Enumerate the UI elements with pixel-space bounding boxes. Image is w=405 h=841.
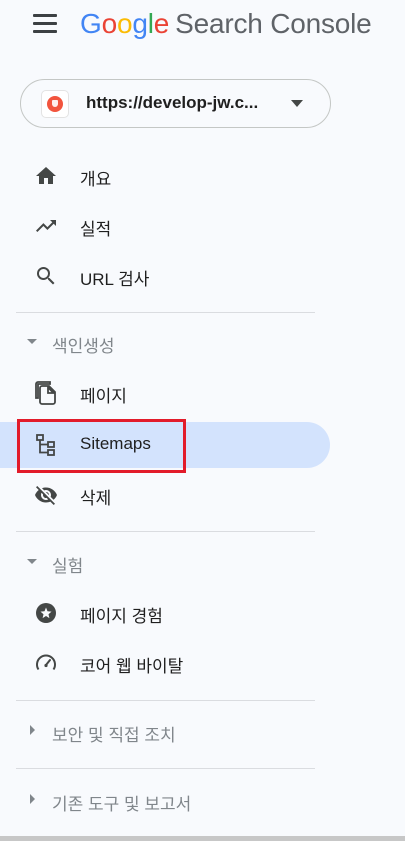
collapse-arrow-icon — [30, 725, 35, 735]
star-badge-icon — [36, 603, 56, 623]
nav-item-removals[interactable]: 삭제 — [0, 472, 330, 518]
section-label: 기존 도구 및 보고서 — [52, 795, 192, 814]
logo-letter: o — [101, 8, 118, 39]
trending-up-icon — [36, 220, 56, 232]
site-favicon — [41, 90, 69, 118]
file-copy-icon — [35, 381, 56, 405]
hamburger-menu-icon[interactable] — [30, 10, 60, 38]
section-experience[interactable]: 실험 — [0, 543, 330, 583]
section-label: 실험 — [52, 557, 84, 576]
nav-divider — [16, 768, 315, 769]
nav-label: URL 검사 — [80, 270, 150, 289]
google-search-console-logo[interactable]: Google Search Console — [80, 5, 372, 43]
section-security-manual-actions[interactable]: 보안 및 직접 조치 — [0, 712, 330, 752]
visibility-off-icon — [35, 486, 57, 505]
property-url: https://develop-jw.c... — [86, 93, 259, 112]
nav-label: 페이지 경험 — [80, 607, 163, 626]
search-icon — [37, 267, 55, 285]
nav-divider — [16, 700, 315, 701]
nav-label: 페이지 — [80, 387, 127, 406]
section-indexing[interactable]: 색인생성 — [0, 323, 330, 363]
property-selector[interactable]: https://develop-jw.c... — [20, 79, 331, 128]
logo-letter: g — [132, 8, 148, 39]
nav-item-performance[interactable]: 실적 — [0, 203, 330, 249]
nav-item-pages[interactable]: 페이지 — [0, 370, 330, 416]
logo-letter: G — [80, 8, 102, 39]
nav-label: 삭제 — [80, 489, 112, 508]
nav-label: 실적 — [80, 220, 112, 239]
nav-item-overview[interactable]: 개요 — [0, 153, 330, 199]
logo-letter: e — [153, 8, 170, 39]
header: Google Search Console — [0, 0, 405, 52]
nav-item-core-web-vitals[interactable]: 코어 웹 바이탈 — [0, 640, 330, 686]
section-label: 보안 및 직접 조치 — [52, 726, 176, 745]
expand-arrow-icon — [27, 339, 37, 344]
product-name: Search Console — [175, 8, 372, 39]
nav-divider — [16, 312, 315, 313]
logo-letter: o — [116, 8, 133, 39]
expand-arrow-icon — [27, 559, 37, 564]
section-label: 색인생성 — [52, 337, 115, 356]
nav-divider — [16, 531, 315, 532]
speedometer-icon — [36, 654, 56, 671]
nav-item-page-experience[interactable]: 페이지 경험 — [0, 590, 330, 636]
section-legacy-tools[interactable]: 기존 도구 및 보고서 — [0, 781, 330, 821]
dropdown-caret-icon — [291, 100, 303, 107]
nav-item-url-inspection[interactable]: URL 검사 — [0, 253, 330, 299]
home-icon — [36, 167, 56, 184]
nav-label: 코어 웹 바이탈 — [80, 657, 184, 676]
nav-label: 개요 — [80, 170, 112, 189]
highlight-annotation — [17, 419, 186, 473]
scrollbar-track[interactable] — [0, 836, 405, 841]
collapse-arrow-icon — [30, 794, 35, 804]
